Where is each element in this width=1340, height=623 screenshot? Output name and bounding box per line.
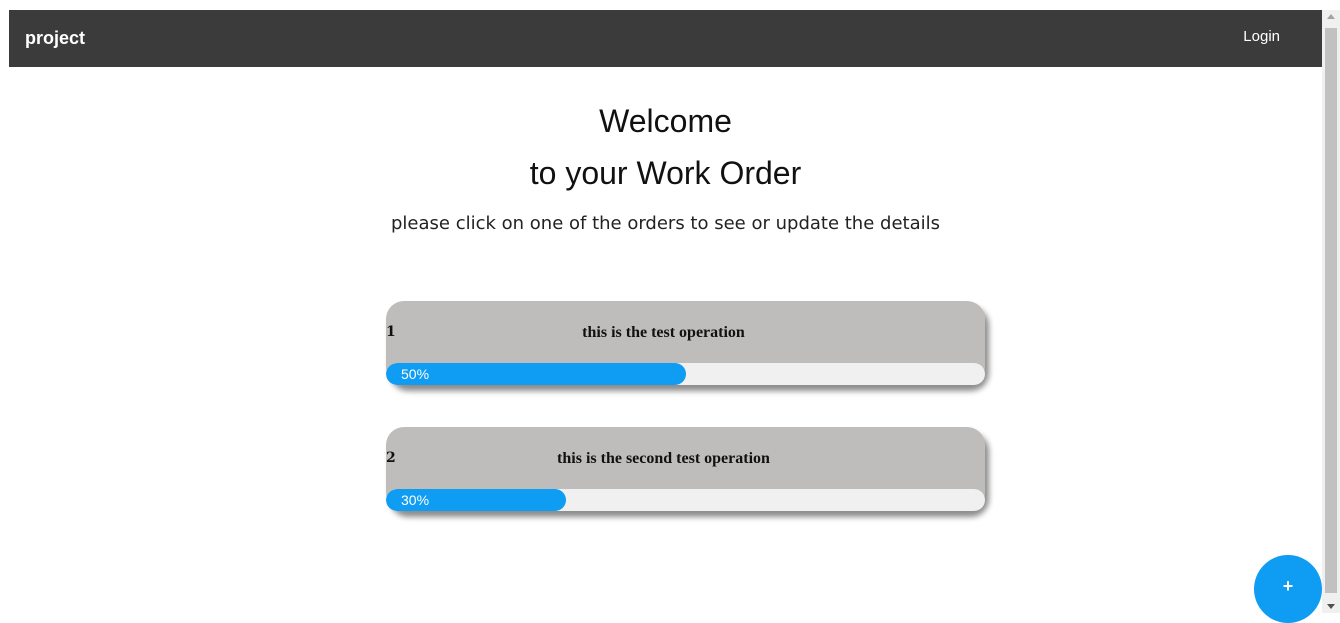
instruction-text: please click on one of the orders to see… [391, 213, 940, 234]
progress-label: 50% [401, 366, 430, 382]
login-link[interactable]: Login [1243, 28, 1280, 45]
work-order-heading: to your Work Order [529, 155, 802, 191]
top-strip [0, 0, 1340, 10]
order-title: this is the test operation [582, 324, 745, 341]
order-card-1[interactable]: 1 this is the test operation 50% [386, 301, 985, 385]
progress-fill: 50% [386, 363, 686, 385]
navbar: project Login [9, 10, 1322, 67]
order-title: this is the second test operation [557, 450, 770, 467]
brand-title[interactable]: project [25, 28, 85, 49]
order-card-2[interactable]: 2 this is the second test operation 30% [386, 427, 985, 511]
progress-track: 50% [386, 363, 985, 385]
scroll-up-arrow-icon[interactable] [1327, 14, 1335, 19]
vertical-scrollbar[interactable] [1322, 10, 1340, 613]
app-window: project Login Welcome to your Work Order… [0, 0, 1340, 623]
welcome-heading: Welcome [599, 103, 732, 139]
scroll-down-arrow-icon[interactable] [1327, 604, 1335, 609]
plus-icon: + [1282, 576, 1294, 596]
progress-track: 30% [386, 489, 985, 511]
progress-label: 30% [401, 492, 430, 508]
scroll-thumb[interactable] [1325, 28, 1337, 593]
progress-fill: 30% [386, 489, 566, 511]
